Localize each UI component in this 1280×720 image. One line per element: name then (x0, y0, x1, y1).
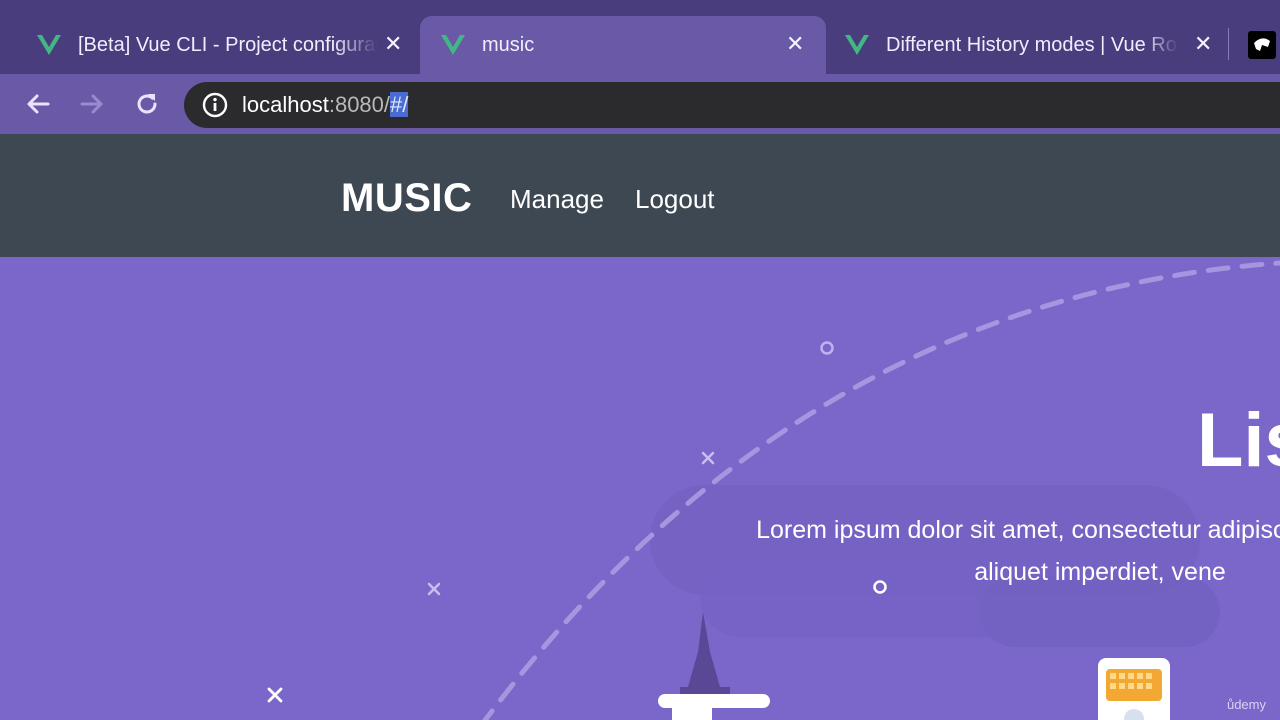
browser-tab-strip: [Beta] Vue CLI - Project configuration ✕… (0, 0, 1280, 74)
udemy-watermark: ůdemy (1226, 697, 1266, 712)
close-tab-icon[interactable]: ✕ (384, 31, 402, 57)
url-host: localhost (242, 92, 329, 117)
vue-logo-icon (36, 32, 62, 58)
tab-title: [Beta] Vue CLI - Project configuration (78, 33, 378, 56)
arrow-left-icon (27, 94, 50, 114)
vue-logo-icon (844, 32, 870, 58)
nav-link-logout[interactable]: Logout (635, 184, 715, 215)
tab-history-modes[interactable]: Different History modes | Vue Router ✕ (844, 16, 1224, 74)
forward-button[interactable] (76, 88, 108, 120)
app-header: MUSIC Manage Logout (0, 134, 1280, 257)
tab-vue-cli[interactable]: [Beta] Vue CLI - Project configuration ✕ (36, 16, 416, 74)
arrow-right-icon (80, 94, 103, 114)
site-favicon-icon (1248, 31, 1276, 59)
hero-illustration (267, 260, 1280, 720)
tab-title: music (482, 33, 535, 56)
url-selected-hash: #/ (390, 92, 409, 117)
url-port: :8080/ (328, 92, 391, 117)
hero-title: Lis (1197, 398, 1280, 483)
nav-link-manage[interactable]: Manage (510, 184, 604, 215)
tab-music[interactable]: music ✕ (420, 16, 826, 74)
reload-button[interactable] (131, 88, 163, 120)
vue-logo-icon (440, 32, 466, 58)
hero-description: Lorem ipsum dolor sit amet, consectetur … (756, 516, 1280, 586)
tab-separator (1228, 28, 1229, 60)
info-icon[interactable] (202, 92, 228, 118)
browser-toolbar: localhost:8080/#/ (0, 74, 1280, 134)
close-tab-icon[interactable]: ✕ (786, 31, 804, 57)
hero-section: Lis Lorem ipsum dolor sit amet, consecte… (0, 257, 1280, 720)
reload-icon (137, 94, 157, 114)
address-bar[interactable]: localhost:8080/#/ (184, 82, 1280, 128)
tab-title: Different History modes | Vue Router (886, 33, 1178, 56)
tab-partial[interactable] (1248, 16, 1280, 74)
url-text[interactable]: localhost:8080/#/ (242, 92, 409, 118)
back-button[interactable] (22, 88, 54, 120)
close-tab-icon[interactable]: ✕ (1194, 31, 1212, 57)
brand-logo[interactable]: MUSIC (341, 176, 472, 221)
